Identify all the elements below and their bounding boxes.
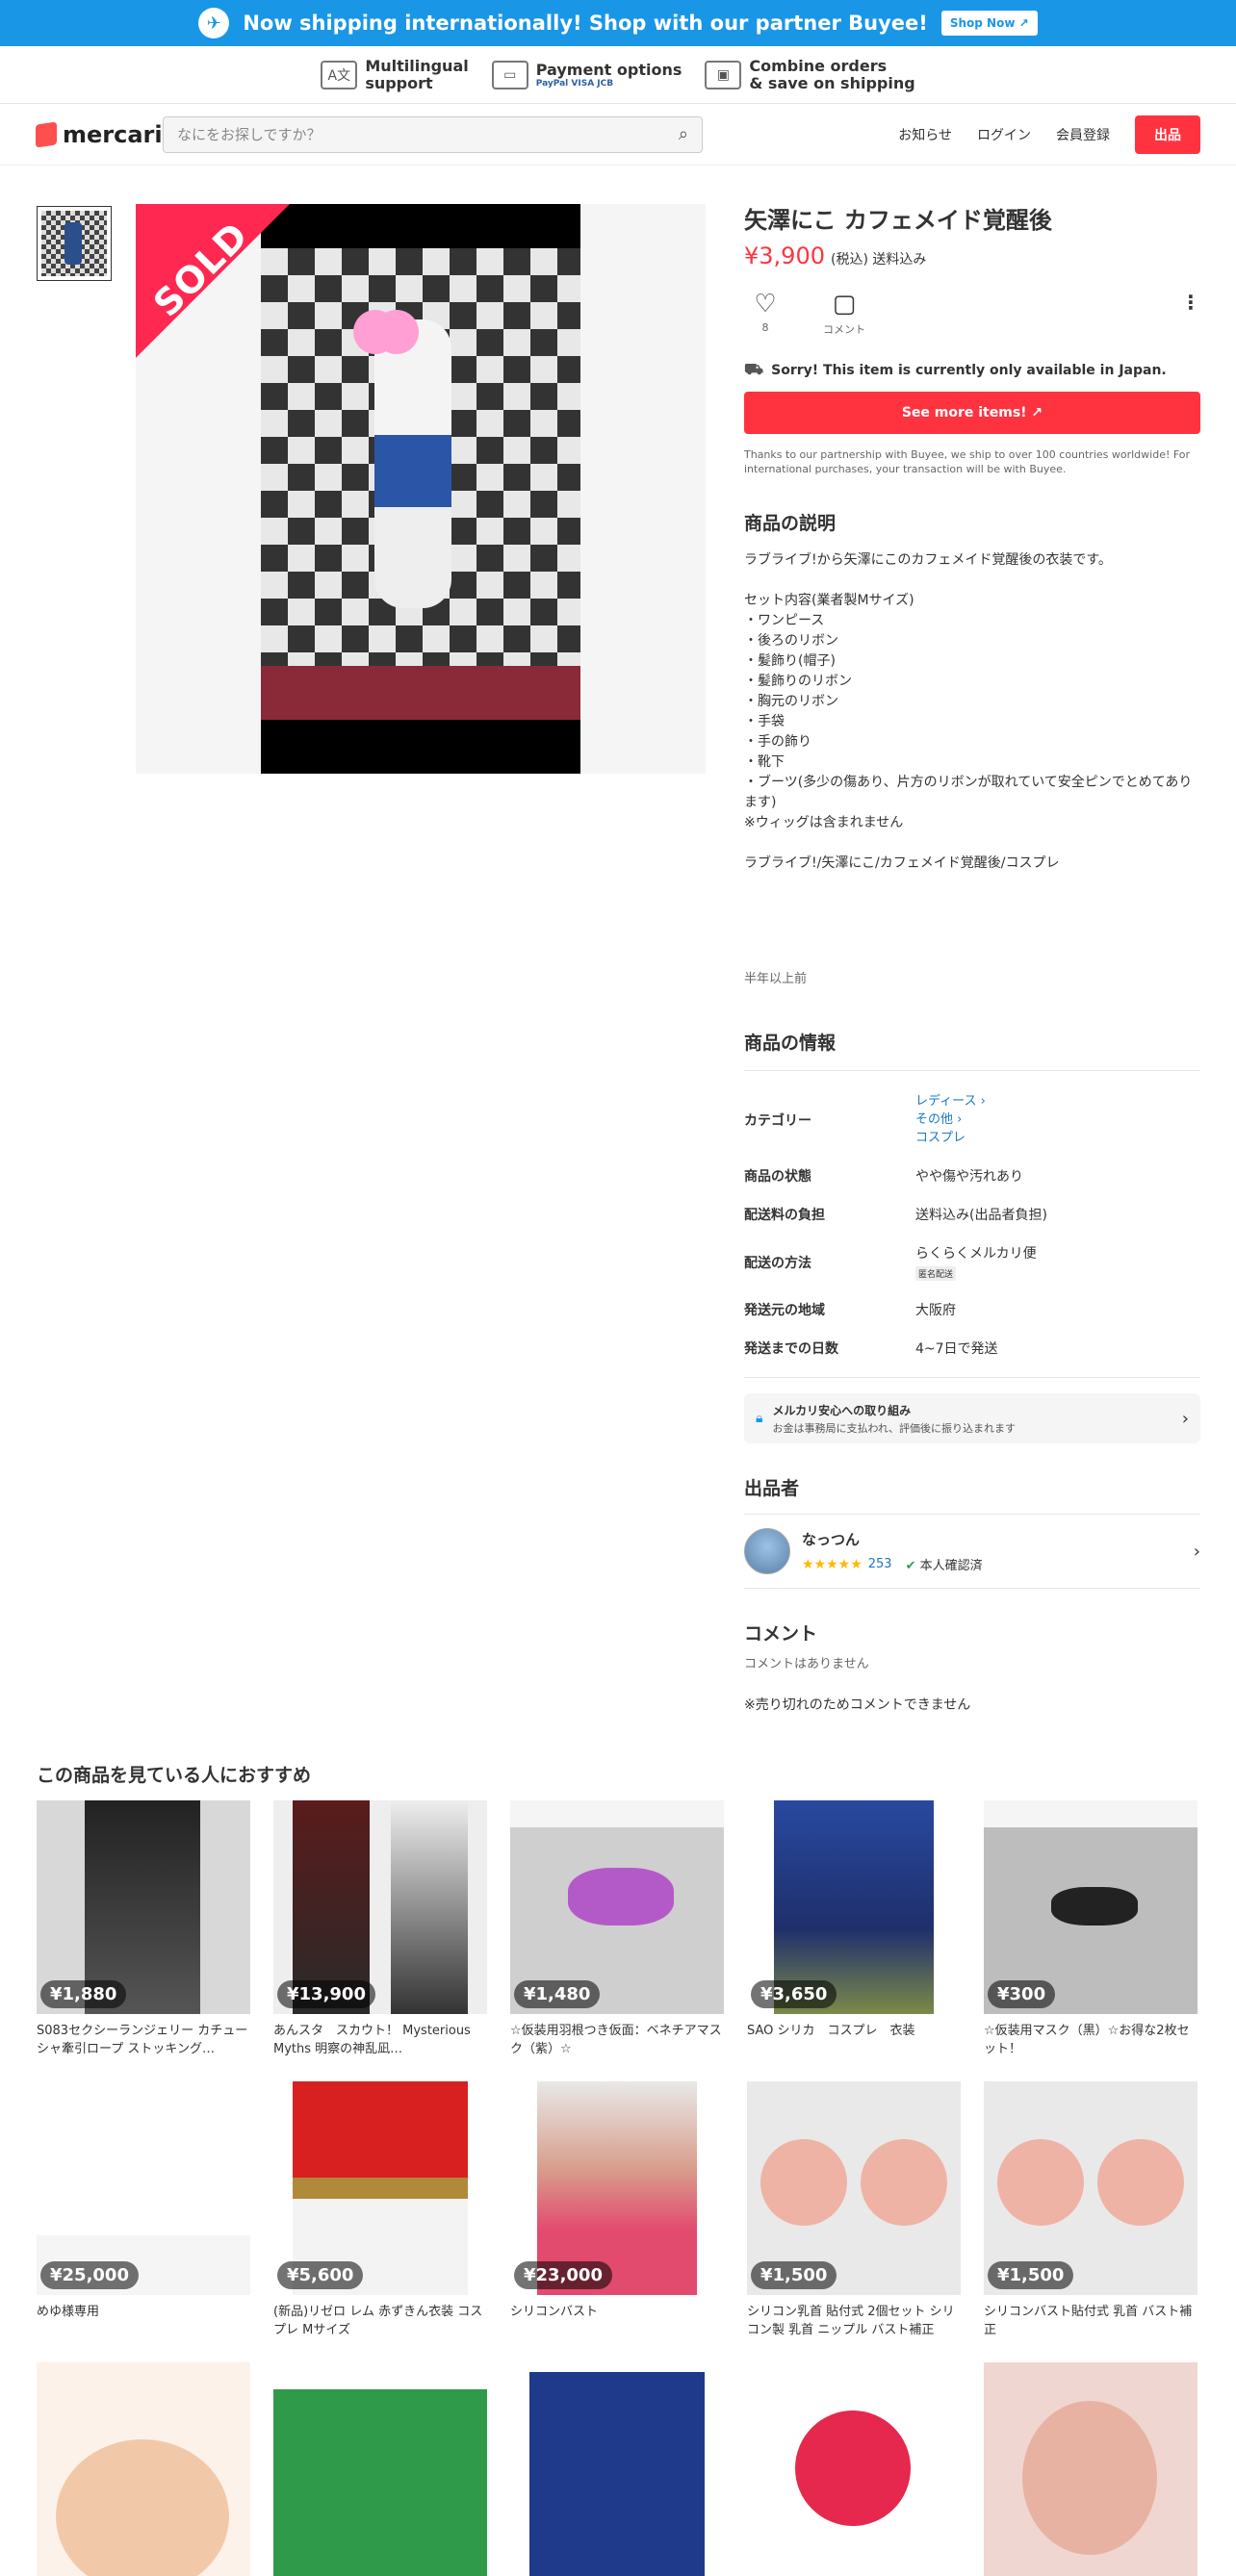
search-icon[interactable]: ⌕ [679,124,688,144]
like-button[interactable]: ♡ 8 [744,291,786,334]
thumbnail[interactable] [37,206,112,281]
buyee-notice: Thanks to our partnership with Buyee, we… [744,448,1191,475]
product-card[interactable]: ¥23,000 シリコンバスト [510,2081,724,2339]
product-card[interactable] [747,2362,961,2576]
sell-button[interactable]: 出品 [1135,115,1200,154]
mercari-logo[interactable]: mercari [36,121,163,148]
product-card[interactable]: ¥300 ☆仮装用マスク（黒）☆お得な2枚セット！ [984,1800,1197,2058]
lock-icon: 🔒︎ [756,1411,763,1426]
login-link[interactable]: ログイン [977,125,1031,144]
product-card[interactable] [37,2362,250,2576]
comments-empty: コメントはありません [744,1657,869,1671]
comment-icon: ▢ [832,290,857,319]
verified-icon: ✔ [905,1559,916,1573]
info-row-fee: 配送料の負担 送料込み(出品者負担) [744,1208,1047,1223]
recommendations: この商品を見ている人におすすめ ¥1,880 S083セクシーランジェリー カチュ… [37,1761,1199,2576]
description-heading: 商品の説明 [744,513,837,534]
comments-heading: コメント [744,1623,818,1645]
features-bar: A文 Multilingual support ▭ Payment options… [0,46,1236,104]
product-card[interactable]: ¥1,500 シリコンバスト貼付式 乳首 バスト補正 [984,2081,1197,2339]
box-icon: ▣ [705,60,742,89]
item-detail: 矢澤にこ カフェメイド覚醒後 ¥3,900 (税込) 送料込み ♡ 8 ▢ コメント… [744,204,1200,1714]
see-more-button[interactable]: See more items! ↗ [744,392,1200,434]
info-row-method: 配送の方法 らくらくメルカリ便 匿名配送 [744,1246,1037,1281]
item-actions: ♡ 8 ▢ コメント ⋮ [744,291,1200,344]
main-photo[interactable]: SOLD [136,204,706,774]
plane-icon: ✈ [198,8,230,38]
banner-text: Now shipping internationally! Shop with … [243,12,928,35]
translate-icon: A文 [321,60,358,89]
cosplayer-figure [374,319,451,608]
anonymous-tag: 匿名配送 [915,1266,957,1281]
seller-name: なっつん [802,1531,861,1548]
info-row-category: カテゴリー レディース › その他 › コスプレ [744,1092,986,1147]
product-card[interactable]: ¥5,600 (新品)リゼロ レム 赤ずきん衣装 コスプレ Mサイズ [273,2081,487,2339]
recommend-grid: ¥1,880 S083セクシーランジェリー カチューシャ牽引ロープ ストッキング…… [37,1800,1199,2576]
shipping-icon: ⛟ [744,360,764,378]
product-card[interactable]: ¥13,900 あんスタ スカウト！ Mysterious Myths 明察の神乱… [273,1800,487,2058]
product-card[interactable] [984,2362,1197,2576]
heart-sticker [353,310,398,354]
item-title: 矢澤にこ カフェメイド覚醒後 [744,207,1052,234]
seller-rating: ★★★★★ 253 ✔ 本人確認済 [802,1556,983,1574]
photo-frame [261,204,580,774]
comment-button[interactable]: ▢ コメント [823,291,865,337]
chevron-right-icon: › [1181,1408,1189,1429]
item-description: ラブライブ!から矢澤にこのカフェメイド覚醒後の衣装です。 セット内容(業者製Mサ… [744,552,1193,871]
feature-payment: ▭ Payment options PayPal VISA JCB [491,60,682,89]
heart-icon: ♡ [754,290,777,319]
seller-heading: 出品者 [744,1474,1200,1515]
thumbnail-image [41,211,107,276]
product-card[interactable]: ¥1,500 シリコン乳首 貼付式 2個セット シリコン製 乳首 ニップル バスト… [747,2081,961,2339]
news-link[interactable]: お知らせ [898,125,952,144]
chevron-right-icon: › [1193,1541,1200,1562]
category-link-other[interactable]: その他 › [915,1110,986,1129]
info-row-days: 発送までの日数 4~7日で発送 [744,1341,998,1357]
product-card[interactable]: ¥1,880 S083セクシーランジェリー カチューシャ牽引ロープ ストッキング… [37,1800,250,2058]
card-icon: ▭ [491,60,528,89]
product-card[interactable]: ¥3,650 SAO シリカ コスプレ 衣装 [747,1800,961,2058]
safety-banner[interactable]: 🔒︎ メルカリ安心への取り組み お金は事務局に支払われ、評価後に振り込まれます › [744,1393,1200,1443]
site-header: mercari なにをお探しですか？ ⌕ お知らせ ログイン 会員登録 出品 [0,104,1236,166]
signup-link[interactable]: 会員登録 [1056,125,1110,144]
product-card[interactable] [510,2362,724,2576]
star-icon: ★★★★★ [802,1556,863,1572]
seller-card[interactable]: なっつん ★★★★★ 253 ✔ 本人確認済 › [744,1515,1200,1589]
more-menu-icon[interactable]: ⋮ [1181,291,1200,314]
buyee-banner[interactable]: ✈ Now shipping internationally! Shop wit… [0,0,1236,46]
availability-notice: ⛟ Sorry! This item is currently only ava… [744,360,1167,378]
info-row-condition: 商品の状態 やや傷や汚れあり [744,1169,1023,1185]
product-card[interactable] [273,2362,487,2576]
feature-combine: ▣ Combine orders & save on shipping [705,57,915,92]
info-heading: 商品の情報 [744,1029,1200,1071]
item-price: ¥3,900 (税込) 送料込み [744,242,927,269]
product-card[interactable]: ¥1,480 ☆仮装用羽根つき仮面：ベネチアマスク（紫）☆ [510,1800,724,2058]
shop-now-button[interactable]: Shop Now ↗ [940,11,1038,36]
avatar [744,1528,790,1574]
floor [261,666,580,720]
category-link-ladies[interactable]: レディース › [915,1092,986,1110]
mercari-logo-icon [36,120,57,148]
info-row-from: 発送元の地域 大阪府 [744,1303,956,1318]
search-input[interactable]: なにをお探しですか？ ⌕ [163,115,703,153]
recommend-heading: この商品を見ている人におすすめ [37,1765,312,1786]
category-link-cosplay[interactable]: コスプレ [915,1129,986,1147]
feature-multilingual: A文 Multilingual support [321,57,469,92]
header-nav: お知らせ ログイン 会員登録 出品 [898,115,1200,154]
posted-time: 半年以上前 [744,972,808,986]
comments-closed-note: ※売り切れのためコメントできません [744,1697,971,1713]
product-card[interactable]: ¥25,000 めゆ様専用 [37,2081,250,2339]
item-main: SOLD 矢澤にこ カフェメイド覚醒後 ¥3,900 (税込) 送料込み ♡ 8 … [0,166,1236,1801]
